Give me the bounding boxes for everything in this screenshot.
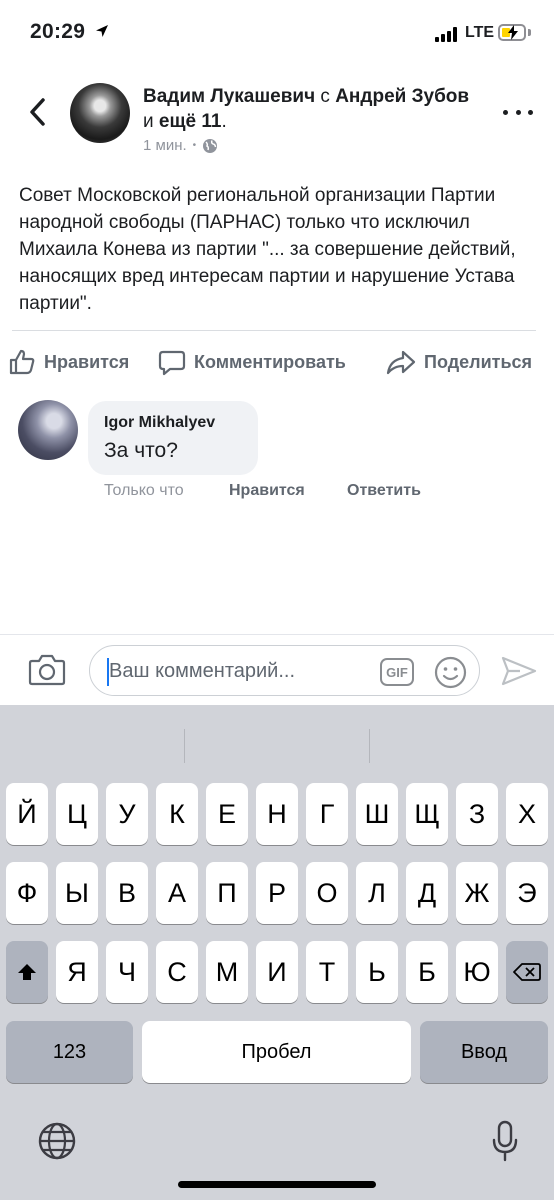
key[interactable]: А	[156, 862, 198, 924]
key[interactable]: Я	[56, 941, 98, 1003]
key[interactable]: У	[106, 783, 148, 845]
key[interactable]: Ы	[56, 862, 98, 924]
location-arrow-icon	[96, 25, 108, 37]
and-word: и	[143, 111, 159, 132]
divider	[12, 330, 536, 331]
key[interactable]: О	[306, 862, 348, 924]
key[interactable]: Ж	[456, 862, 498, 924]
comment-label: Комментировать	[194, 351, 346, 372]
key[interactable]: Л	[356, 862, 398, 924]
key[interactable]: Ь	[356, 941, 398, 1003]
numbers-key[interactable]: 123	[6, 1021, 133, 1083]
send-icon[interactable]	[500, 655, 538, 687]
comment-bubble[interactable]: Igor Mikhalyev За что?	[88, 401, 258, 475]
post-actions: Нравится Комментировать Поделиться	[0, 342, 554, 382]
share-button[interactable]: Поделиться	[386, 342, 532, 382]
share-icon	[386, 350, 416, 375]
home-indicator[interactable]	[178, 1181, 376, 1188]
comment-text: За что?	[104, 439, 178, 462]
meta-separator: •	[192, 140, 197, 151]
suggestion-separator	[184, 729, 185, 763]
key[interactable]: Н	[256, 783, 298, 845]
camera-icon[interactable]	[28, 653, 66, 687]
delete-key[interactable]	[506, 941, 548, 1003]
delete-icon	[513, 963, 541, 981]
battery-cap	[528, 29, 531, 36]
shift-key[interactable]	[6, 941, 48, 1003]
like-button[interactable]: Нравится	[8, 342, 129, 382]
post-author-line: Вадим Лукашевич с Андрей Зубов и ещё 11.	[143, 84, 483, 134]
key[interactable]: Ц	[56, 783, 98, 845]
key[interactable]: Й	[6, 783, 48, 845]
key[interactable]: В	[106, 862, 148, 924]
comment-composer: Ваш комментарий... GIF	[0, 634, 554, 705]
author-name[interactable]: Вадим Лукашевич	[143, 86, 315, 107]
comment-reply-button[interactable]: Ответить	[347, 482, 421, 500]
comment-placeholder: Ваш комментарий...	[109, 660, 296, 682]
comment-time: Только что	[104, 482, 184, 499]
microphone-icon[interactable]	[491, 1120, 519, 1162]
key[interactable]: С	[156, 941, 198, 1003]
suggestion-separator	[369, 729, 370, 763]
key[interactable]: Г	[306, 783, 348, 845]
key[interactable]: З	[456, 783, 498, 845]
commenter-avatar[interactable]	[18, 400, 78, 460]
network-label: LTE	[465, 24, 495, 41]
emoji-icon[interactable]	[434, 656, 467, 689]
signal-icon	[435, 26, 459, 42]
key[interactable]: Т	[306, 941, 348, 1003]
key[interactable]: Д	[406, 862, 448, 924]
key[interactable]: К	[156, 783, 198, 845]
key[interactable]: Ч	[106, 941, 148, 1003]
key[interactable]: Б	[406, 941, 448, 1003]
return-key[interactable]: Ввод	[420, 1021, 548, 1083]
status-time: 20:29	[30, 20, 86, 43]
globe-keyboard-icon[interactable]	[37, 1121, 77, 1161]
key[interactable]: И	[256, 941, 298, 1003]
post-meta: 1 мин. •	[143, 137, 218, 154]
thumbs-up-icon	[9, 349, 35, 375]
comment-like-button[interactable]: Нравится	[229, 482, 305, 500]
space-key[interactable]: Пробел	[142, 1021, 411, 1083]
key[interactable]: Х	[506, 783, 548, 845]
key[interactable]: Щ	[406, 783, 448, 845]
post-text: Совет Московской региональной организаци…	[19, 185, 516, 314]
with-word: с	[315, 86, 336, 107]
like-label: Нравится	[44, 351, 130, 372]
globe-icon	[203, 138, 218, 153]
author-avatar[interactable]	[70, 83, 130, 143]
key[interactable]: М	[206, 941, 248, 1003]
shift-icon	[18, 964, 36, 980]
key[interactable]: П	[206, 862, 248, 924]
chevron-left-icon	[30, 98, 45, 126]
more-options-button[interactable]	[503, 100, 533, 124]
gif-button[interactable]: GIF	[380, 658, 414, 686]
key[interactable]: Р	[256, 862, 298, 924]
comment-author[interactable]: Igor Mikhalyev	[104, 414, 215, 432]
charging-bolt-icon	[508, 25, 518, 40]
key[interactable]: Ф	[6, 862, 48, 924]
share-label: Поделиться	[424, 351, 533, 372]
comment-icon	[158, 350, 186, 376]
comment-input[interactable]: Ваш комментарий... GIF	[89, 645, 480, 696]
key[interactable]: Е	[206, 783, 248, 845]
status-bar: 20:29 LTE	[0, 0, 554, 66]
period: .	[221, 111, 227, 132]
key[interactable]: Э	[506, 862, 548, 924]
keyboard: Й Ц У К Е Н Г Ш Щ З Х Ф Ы В А П Р О Л Д …	[0, 705, 554, 1200]
tagged-person[interactable]: Андрей Зубов	[335, 86, 469, 107]
comment-button[interactable]: Комментировать	[158, 342, 346, 382]
post-time: 1 мин.	[143, 137, 187, 154]
back-button[interactable]	[22, 94, 52, 130]
tagged-others[interactable]: ещё 11	[159, 111, 222, 132]
key[interactable]: Ю	[456, 941, 498, 1003]
key[interactable]: Ш	[356, 783, 398, 845]
